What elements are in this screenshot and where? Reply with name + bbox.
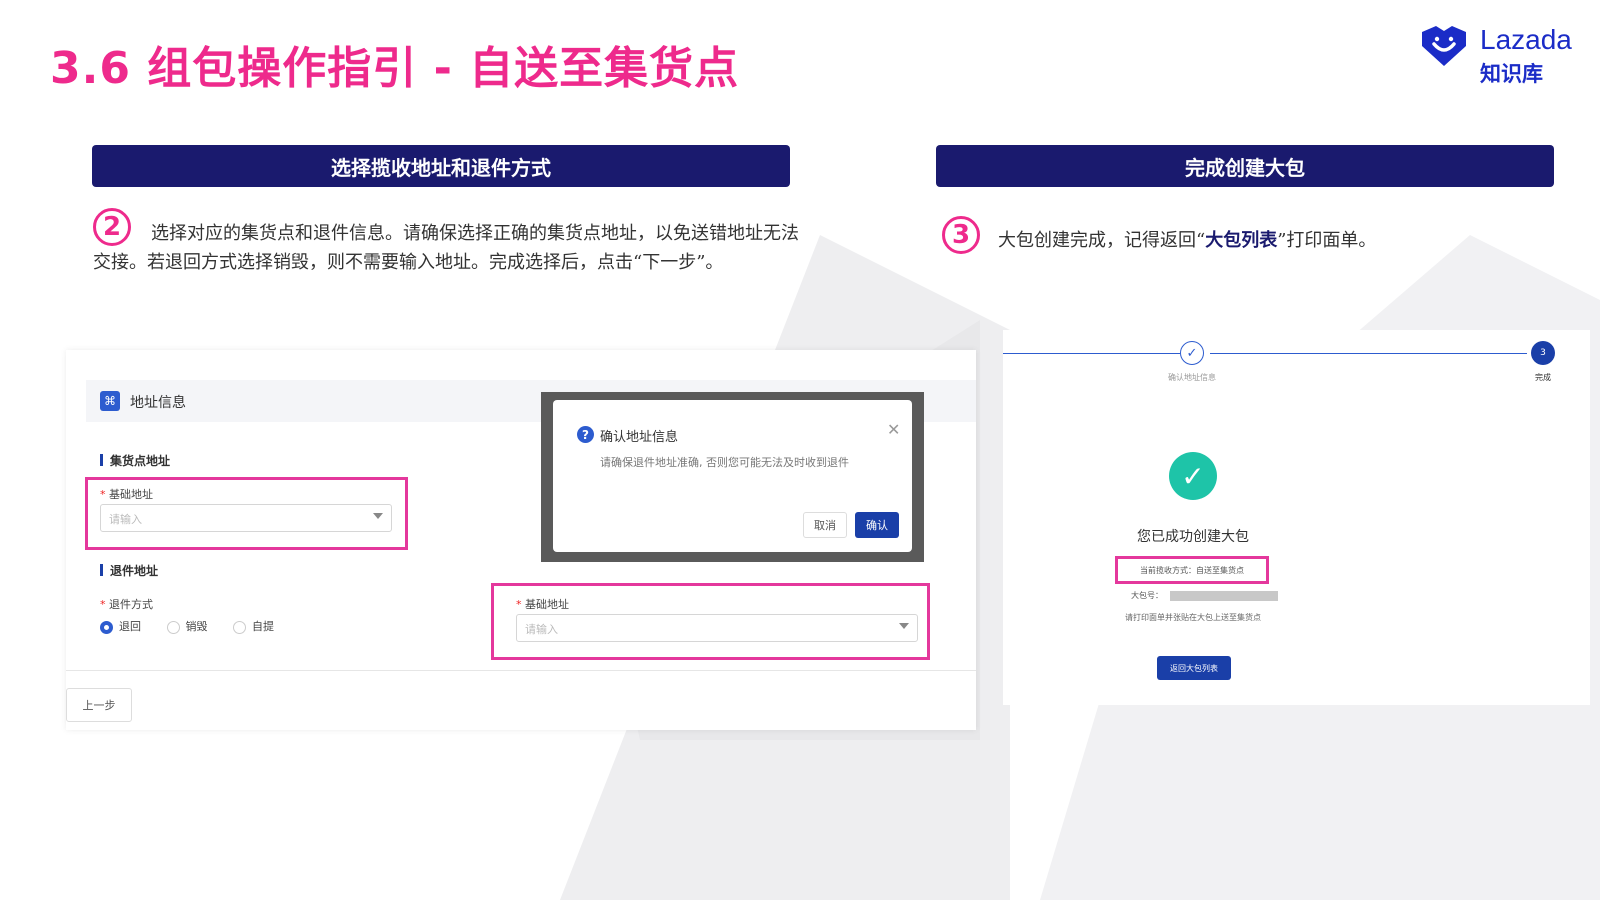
package-no-redacted — [1170, 591, 1278, 601]
dialog-title: 确认地址信息 — [600, 430, 679, 445]
back-to-list-button[interactable]: 返回大包列表 — [1157, 656, 1231, 680]
highlight-return-address — [491, 583, 930, 660]
lazada-heart-icon — [1422, 26, 1466, 66]
step-done-check-icon: ✓ — [1180, 341, 1204, 365]
section-banner-left: 选择揽收地址和退件方式 — [92, 145, 790, 187]
completion-panel: ✓ 确认地址信息 3 完成 ✓ 您已成功创建大包 当前揽收方式：自送至集货点 大… — [1003, 330, 1590, 705]
section-marker — [100, 564, 103, 576]
right-description-post: ”打印面单。 — [1277, 230, 1377, 251]
radio-pickup-label: 自提 — [252, 620, 274, 633]
section-marker — [100, 454, 103, 466]
close-icon[interactable]: ✕ — [887, 420, 900, 439]
left-description: 选择对应的集货点和退件信息。请确保选择正确的集货点地址，以免送错地址无法交接。若… — [93, 223, 799, 273]
confirm-dialog: ? 确认地址信息 ✕ 请确保退件地址准确, 否则您可能无法及时收到退件 取消 确… — [553, 400, 912, 552]
radio-checked-icon — [100, 620, 113, 634]
right-description-pre: 大包创建完成，记得返回“ — [998, 230, 1206, 251]
return-method-radio-group: 退回 销毁 自提 — [100, 618, 274, 634]
address-info-icon: ⌘ — [100, 391, 120, 411]
collection-address-title: 集货点地址 — [110, 454, 171, 468]
prev-step-button[interactable]: 上一步 — [66, 688, 132, 722]
highlight-collection-address — [85, 477, 408, 550]
right-description-bold: 大包列表 — [1205, 230, 1278, 251]
right-description: 大包创建完成，记得返回“大包列表”打印面单。 — [998, 226, 1558, 255]
radio-destroy-label: 销毁 — [185, 620, 208, 633]
dialog-message: 请确保退件地址准确, 否则您可能无法及时收到退件 — [600, 456, 849, 469]
radio-unchecked-icon — [233, 620, 246, 634]
print-hint: 请打印面单并张贴在大包上送至集货点 — [1125, 613, 1261, 622]
radio-return-label: 退回 — [119, 620, 141, 633]
progress-line — [1210, 353, 1527, 354]
pickup-method-highlight: 当前揽收方式：自送至集货点 — [1115, 556, 1269, 584]
return-method-label: * 退件方式 — [100, 598, 153, 611]
lazada-logo: Lazada 知识库 — [1418, 20, 1578, 90]
section-banner-right: 完成创建大包 — [936, 145, 1554, 187]
question-icon: ? — [577, 426, 594, 443]
page-title: 3.6 组包操作指引 - 自送至集货点 — [50, 43, 740, 94]
success-check-icon: ✓ — [1169, 452, 1217, 500]
success-text: 您已成功创建大包 — [1137, 529, 1249, 545]
step-label-complete: 完成 — [1535, 373, 1551, 382]
dialog-cancel-button[interactable]: 取消 — [803, 512, 847, 538]
dialog-confirm-button[interactable]: 确认 — [855, 512, 899, 538]
step-current-badge: 3 — [1531, 341, 1555, 365]
form-header-label: 地址信息 — [130, 395, 186, 411]
return-method-label-text: 退件方式 — [109, 598, 153, 611]
radio-destroy[interactable]: 销毁 — [166, 620, 208, 634]
package-no-label: 大包号： — [1131, 591, 1163, 600]
radio-unchecked-icon — [166, 620, 180, 634]
radio-pickup[interactable]: 自提 — [233, 620, 274, 634]
logo-subtitle: 知识库 — [1480, 62, 1543, 86]
step-number-3: 3 — [942, 216, 980, 254]
address-form-panel: ⌘ 地址信息 集货点地址 * 基础地址 请输入 退件地址 * 退件方式 退回 销… — [66, 350, 976, 730]
progress-line — [1003, 353, 1180, 354]
radio-return[interactable]: 退回 — [100, 620, 141, 634]
logo-brand: Lazada — [1480, 24, 1572, 55]
divider — [66, 670, 976, 671]
step-label-confirm: 确认地址信息 — [1168, 373, 1216, 382]
return-address-title: 退件地址 — [110, 564, 159, 578]
